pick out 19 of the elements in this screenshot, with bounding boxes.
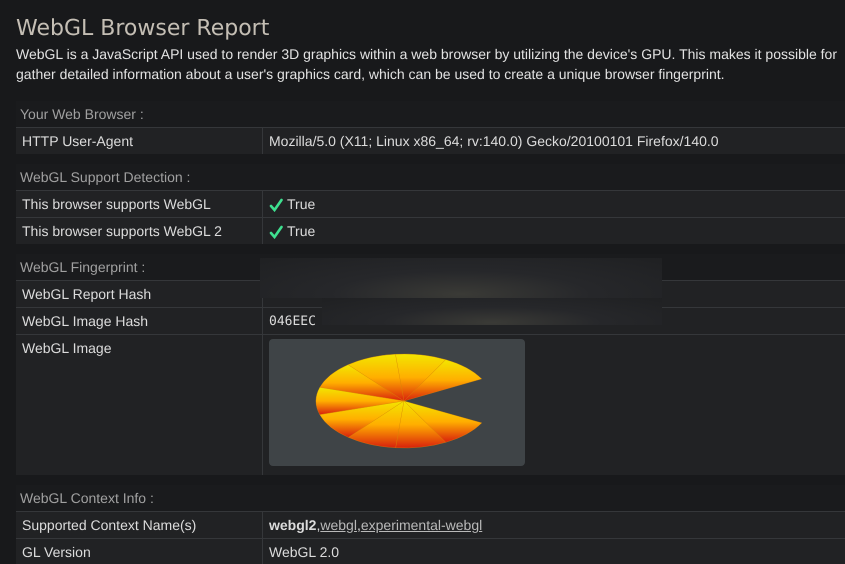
- row-value: True: [287, 196, 316, 212]
- row-label: This browser supports WebGL: [22, 196, 211, 212]
- row-label: WebGL Report Hash: [22, 286, 152, 302]
- row-value: Mozilla/5.0 (X11; Linux x86_64; rv:140.0) Gecko/20100101 Firefox/140.0: [269, 133, 719, 149]
- row-value: True: [287, 223, 316, 239]
- row-label: Supported Context Name(s): [22, 517, 196, 533]
- context-names: webgl2,webgl,experimental-webgl: [269, 517, 482, 533]
- row-label: WebGL Image Hash: [22, 313, 148, 329]
- context-link[interactable]: experimental-webgl: [360, 517, 482, 533]
- row-label: HTTP User-Agent: [22, 133, 133, 149]
- row-label: GL Version: [22, 544, 91, 560]
- page-title: WebGL Browser Report: [16, 15, 270, 43]
- intro-text: WebGL is a JavaScript API used to render 3D graphics within a web browser by utilizing the device's GPU. This makes it possible for: [16, 45, 838, 64]
- intro-text: gather detailed information about a user's graphics card, which can be used to create a unique browser fingerprint.: [16, 65, 726, 84]
- hash-value: 046EEC: [269, 314, 316, 329]
- row-label: This browser supports WebGL 2: [22, 223, 222, 239]
- row-label: WebGL Image: [22, 340, 112, 356]
- row-value: WebGL 2.0: [269, 544, 340, 560]
- context-link[interactable]: webgl: [320, 517, 357, 533]
